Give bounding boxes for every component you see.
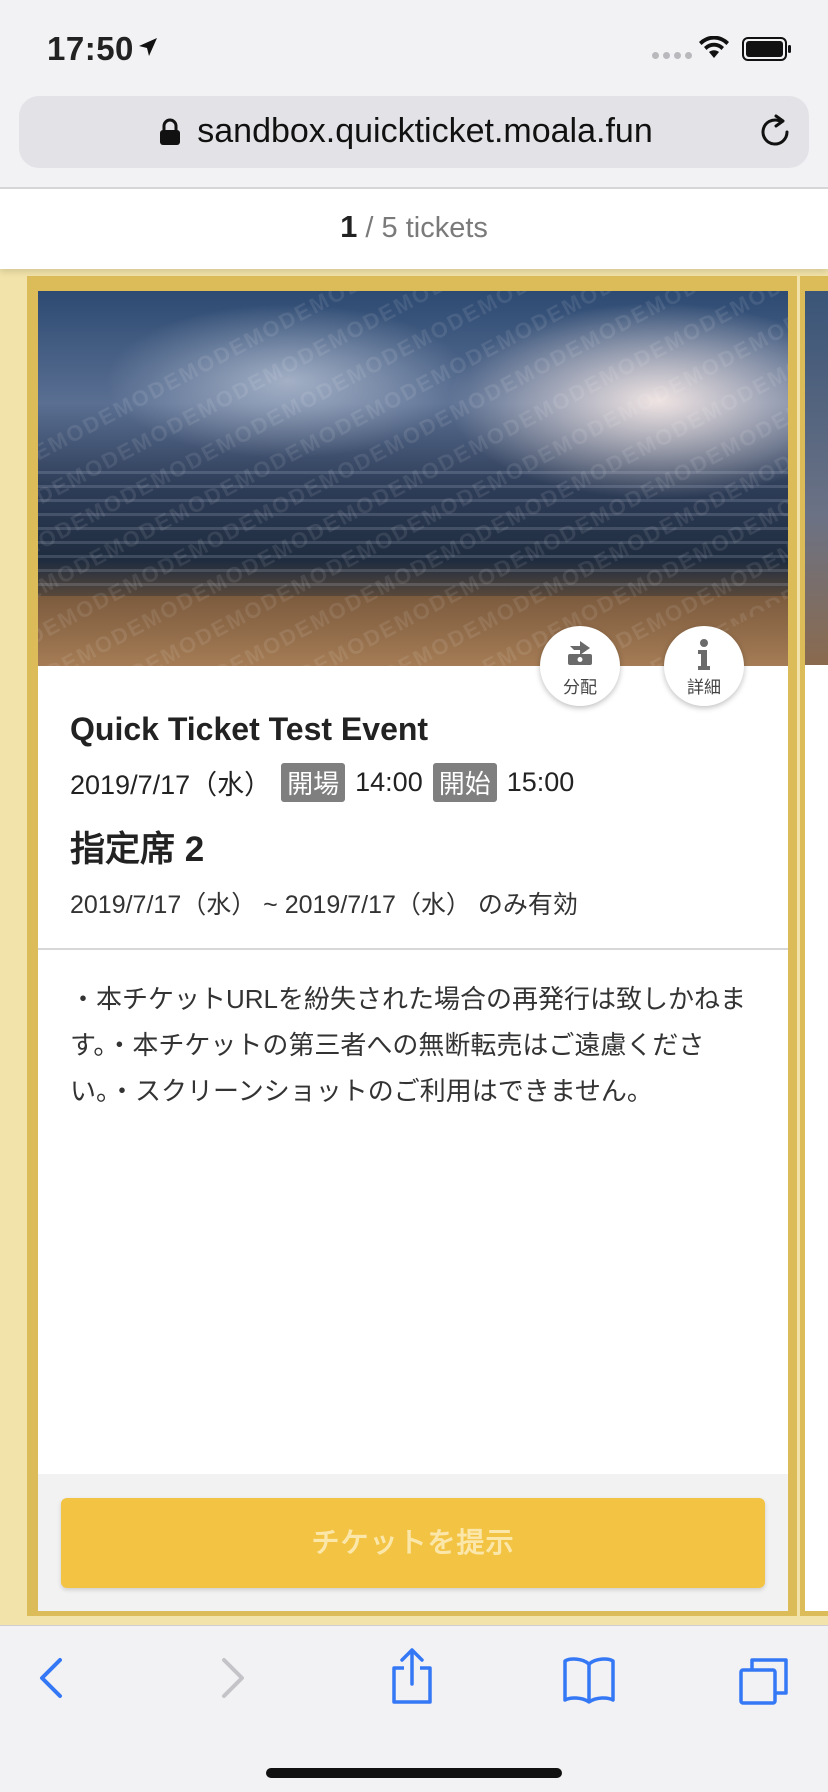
url-text[interactable]: sandbox.quickticket.moala.fun xyxy=(19,112,809,151)
event-date: 2019/7/17（水） xyxy=(70,770,272,800)
status-bar: 17:50 xyxy=(0,0,828,96)
event-date-row: 2019/7/17（水） 開場 14:00 開始 15:00 xyxy=(70,763,574,802)
ticket-card[interactable]: DEMODEMODEMODEMODEMODEMODEMODEMODEMODEMO… xyxy=(38,291,788,1611)
ticket-counter-total: / 5 tickets xyxy=(357,212,488,244)
share-icon[interactable] xyxy=(390,1648,434,1704)
wifi-icon xyxy=(699,36,729,58)
tabs-icon[interactable] xyxy=(738,1656,790,1706)
start-tag: 開始 xyxy=(432,763,497,802)
section-divider xyxy=(38,948,788,950)
card-footer: チケットを提示 xyxy=(38,1474,788,1611)
bookmarks-icon[interactable] xyxy=(562,1656,616,1704)
seat-name: 指定席 2 xyxy=(70,830,205,869)
demo-watermark: DEMODEMODEMODEMODEMODEMODEMODEMODEMODEMO… xyxy=(38,291,788,666)
ticket-card-frame: DEMODEMODEMODEMODEMODEMODEMODEMODEMODEMO… xyxy=(27,276,797,1616)
start-time: 15:00 xyxy=(506,767,575,797)
home-indicator xyxy=(266,1768,562,1778)
validity-period: 2019/7/17（水） ~ 2019/7/17（水） のみ有効 xyxy=(70,891,578,919)
battery-icon xyxy=(742,37,791,61)
ticket-page: 1 / 5 tickets DEMODEMODEMODEMODEMODEMODE… xyxy=(0,187,828,1625)
detail-label: 詳細 xyxy=(687,678,721,697)
event-title: Quick Ticket Test Event xyxy=(70,711,429,747)
info-icon xyxy=(698,639,710,670)
forward-icon[interactable] xyxy=(218,1656,248,1700)
detail-button[interactable]: 詳細 xyxy=(664,626,744,706)
next-ticket-card[interactable] xyxy=(800,276,828,1616)
next-ticket-card-body xyxy=(805,291,828,1611)
reload-icon[interactable] xyxy=(757,114,793,150)
ticket-counter-current: 1 xyxy=(340,209,358,244)
ticket-share-icon xyxy=(568,641,592,665)
cellular-signal-icon xyxy=(652,52,692,59)
present-ticket-button[interactable]: チケットを提示 xyxy=(61,1498,765,1588)
address-bar[interactable]: sandbox.quickticket.moala.fun xyxy=(19,96,809,168)
event-image: DEMODEMODEMODEMODEMODEMODEMODEMODEMODEMO… xyxy=(38,291,788,666)
browser-toolbar xyxy=(0,1625,828,1792)
ticket-counter: 1 / 5 tickets xyxy=(0,187,828,269)
page-divider xyxy=(0,187,828,189)
open-time: 14:00 xyxy=(355,767,423,797)
location-arrow-icon xyxy=(139,38,157,56)
open-tag: 開場 xyxy=(281,763,346,802)
next-event-image xyxy=(805,291,828,665)
ticket-notes: ・本チケットURLを紛失された場合の再発行は致しかねます。・本チケットの第三者へ… xyxy=(70,984,747,1106)
status-time: 17:50 xyxy=(47,30,134,67)
distribute-label: 分配 xyxy=(563,678,597,697)
distribute-button[interactable]: 分配 xyxy=(540,626,620,706)
back-icon[interactable] xyxy=(36,1656,66,1700)
